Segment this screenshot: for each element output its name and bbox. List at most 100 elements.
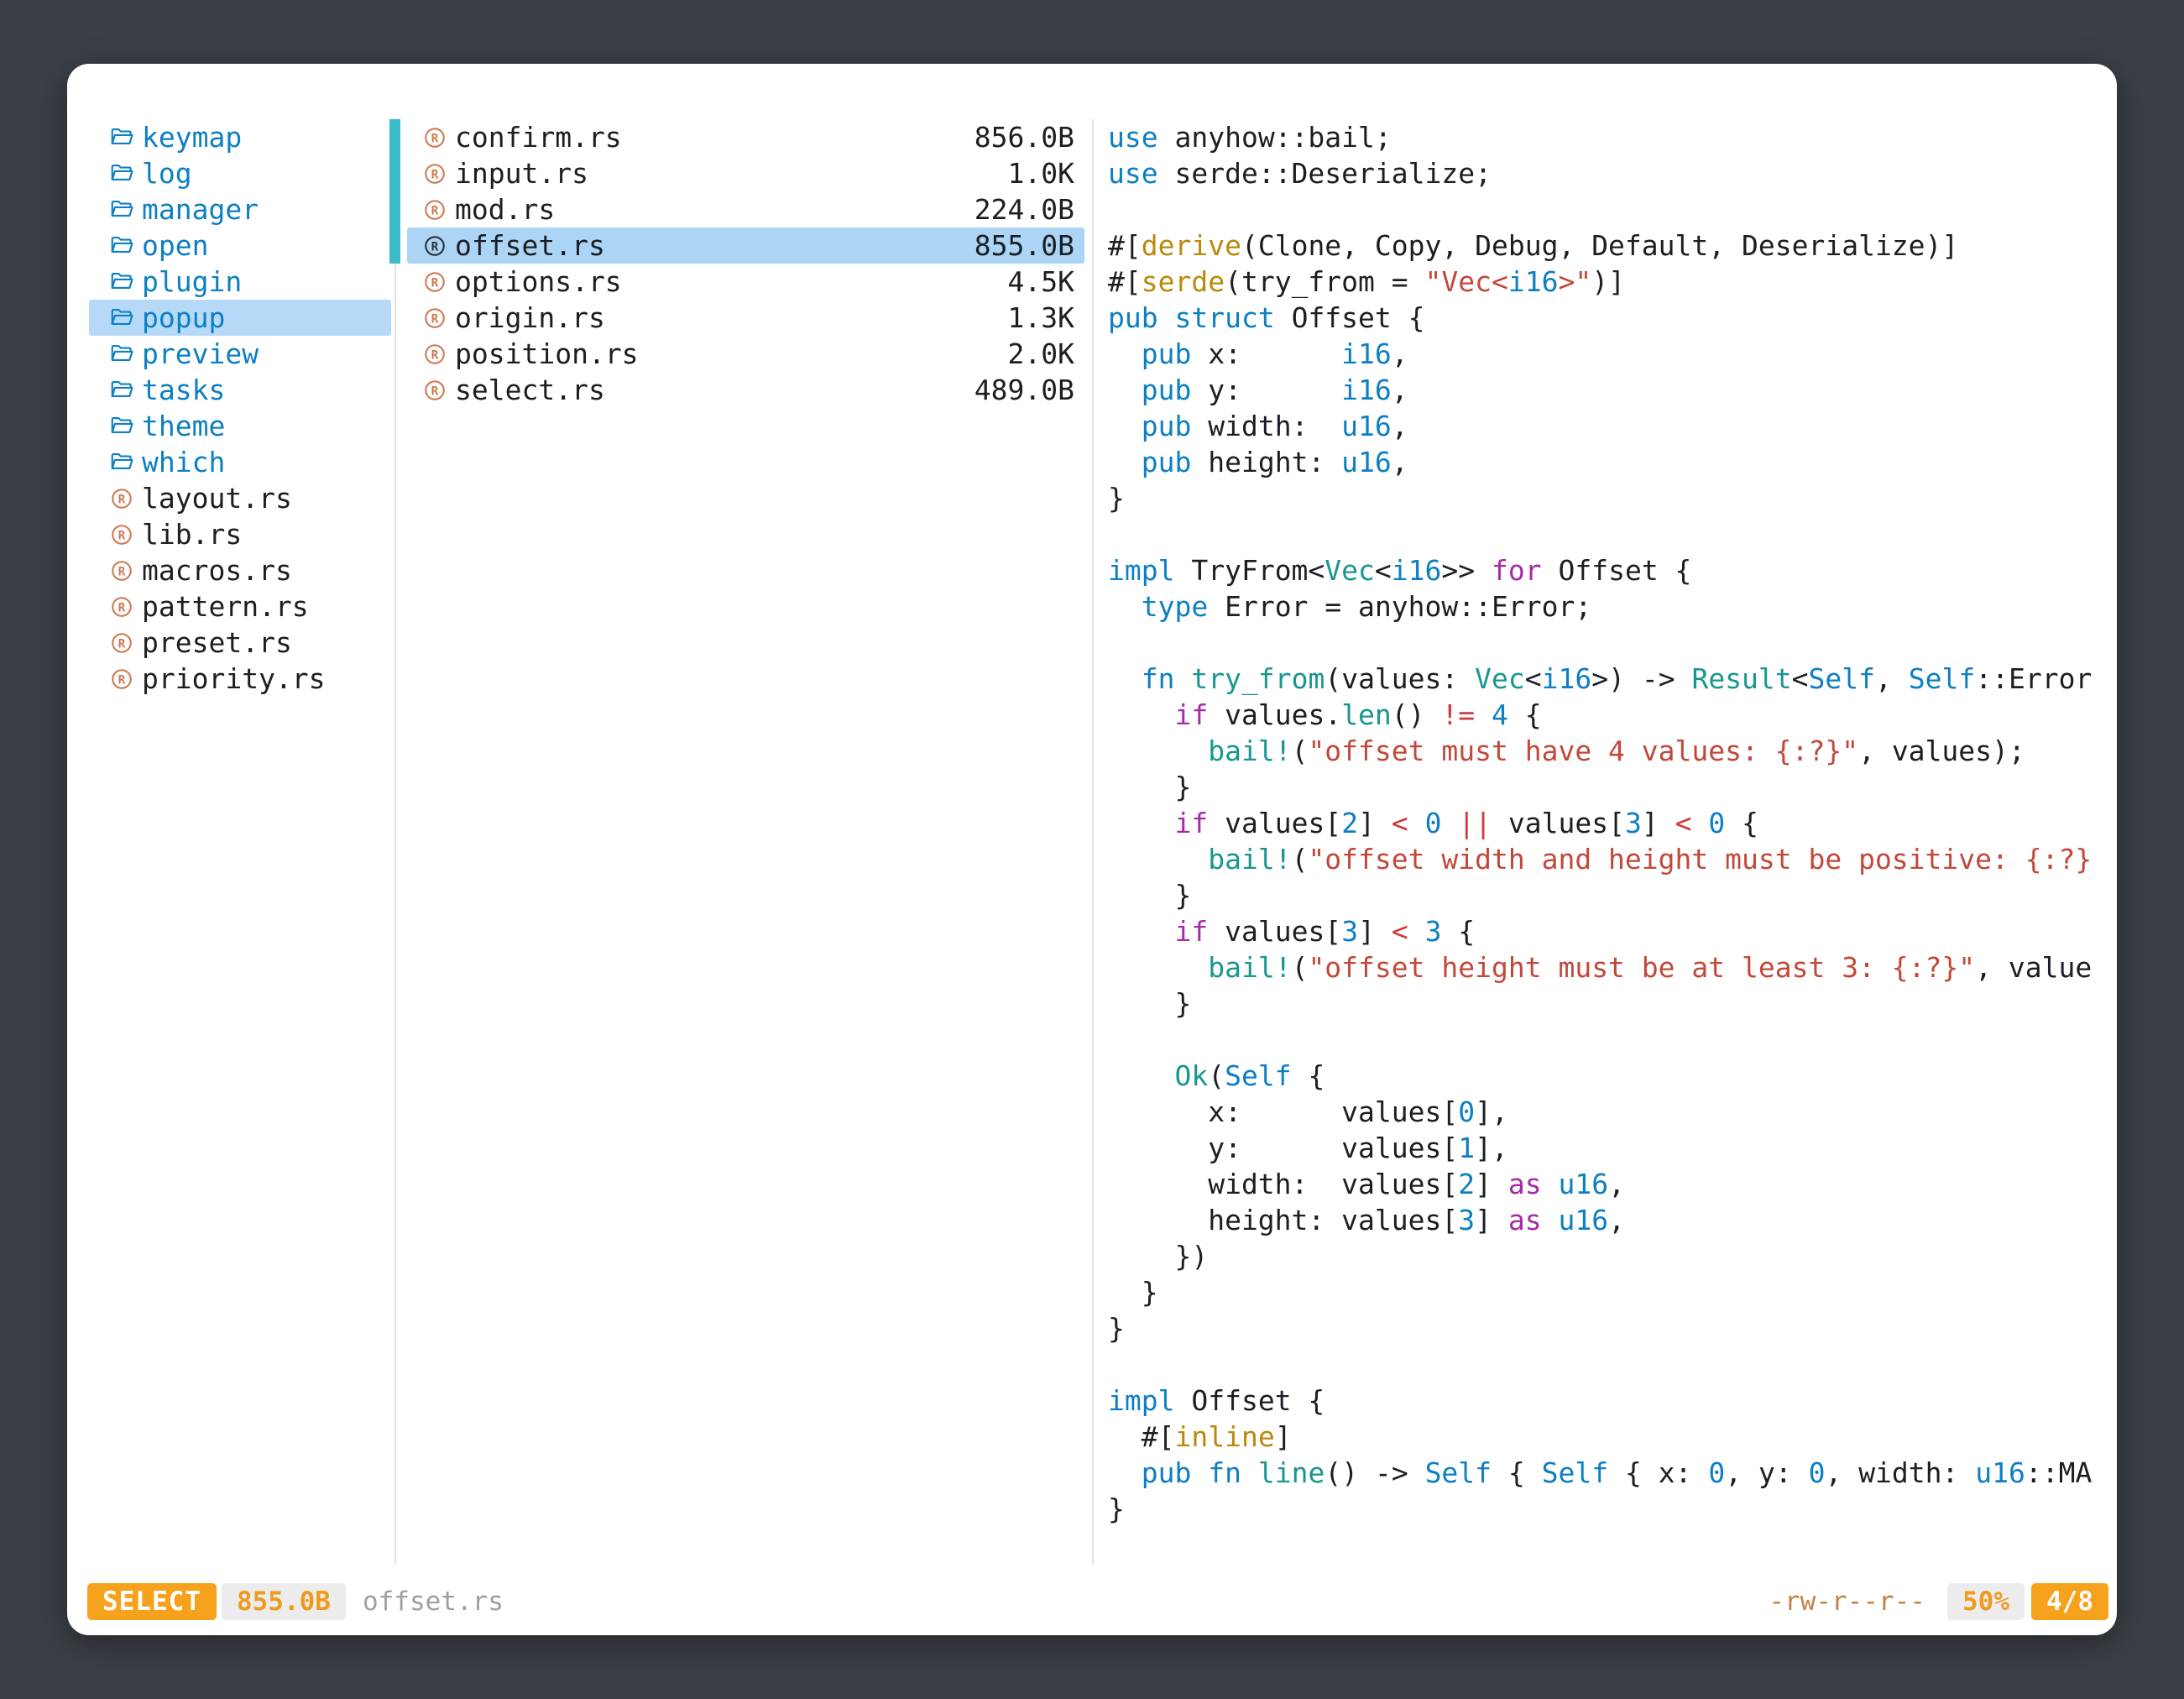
code-line: use anyhow::bail; xyxy=(1108,119,2103,155)
dir-item-open[interactable]: open xyxy=(89,227,391,264)
visual-select-marker xyxy=(389,264,400,300)
svg-text:R: R xyxy=(118,601,126,614)
dir-item-manager[interactable]: manager xyxy=(89,191,391,227)
file-name: mod.rs xyxy=(455,193,555,226)
svg-text:R: R xyxy=(118,529,126,542)
file-item-layout-rs[interactable]: R layout.rs xyxy=(89,480,391,516)
svg-text:R: R xyxy=(118,493,126,506)
item-label: lib.rs xyxy=(142,518,242,551)
rust-file-icon: R xyxy=(109,486,134,511)
visual-select-marker xyxy=(389,372,400,408)
file-row-origin-rs[interactable]: R origin.rs1.3K xyxy=(389,300,1084,336)
status-file-name: offset.rs xyxy=(363,1587,504,1617)
file-name: confirm.rs xyxy=(455,121,622,154)
svg-text:R: R xyxy=(431,132,439,145)
file-item-preset-rs[interactable]: R preset.rs xyxy=(89,625,391,661)
file-row-options-rs[interactable]: R options.rs4.5K xyxy=(389,264,1084,300)
file-row-offset-rs[interactable]: R offset.rs 855.0B xyxy=(389,227,1084,264)
folder-icon xyxy=(109,125,134,150)
visual-select-marker xyxy=(389,336,400,372)
code-line: if values[2] < 0 || values[3] < 0 { xyxy=(1108,805,2103,841)
folder-icon xyxy=(109,233,134,259)
visual-select-marker xyxy=(389,300,400,336)
folder-icon xyxy=(109,450,134,475)
visual-select-marker xyxy=(389,191,400,227)
rust-file-icon: R xyxy=(109,667,134,692)
file-size: 1.0K xyxy=(1008,157,1074,190)
item-label: which xyxy=(142,446,225,478)
file-name: origin.rs xyxy=(455,301,605,334)
dir-item-tasks[interactable]: tasks xyxy=(89,372,391,408)
file-name: input.rs xyxy=(455,157,588,190)
folder-icon xyxy=(109,414,134,439)
dir-item-preview[interactable]: preview xyxy=(89,336,391,372)
code-line: } xyxy=(1108,1310,2103,1346)
code-line: pub fn line() -> Self { Self { x: 0, y: … xyxy=(1108,1455,2103,1491)
pane-divider-right xyxy=(1092,119,1094,1565)
code-line: pub width: u16, xyxy=(1108,408,2103,444)
dir-item-keymap[interactable]: keymap xyxy=(89,119,391,155)
code-line: type Error = anyhow::Error; xyxy=(1108,588,2103,625)
dir-item-plugin[interactable]: plugin xyxy=(89,264,391,300)
rust-file-icon: R xyxy=(422,197,447,222)
svg-text:R: R xyxy=(431,348,439,362)
parent-pane: keymap log manager open plugin popup pre… xyxy=(89,119,391,697)
code-line: impl TryFrom<Vec<i16>> for Offset { xyxy=(1108,552,2103,588)
code-line: use serde::Deserialize; xyxy=(1108,155,2103,191)
code-line xyxy=(1108,1346,2103,1383)
file-row-input-rs[interactable]: R input.rs1.0K xyxy=(389,155,1084,191)
file-size-badge: 855.0B xyxy=(222,1583,346,1620)
code-line: pub height: u16, xyxy=(1108,444,2103,480)
mode-badge: SELECT xyxy=(87,1583,217,1620)
code-line: #[serde(try_from = "Vec<i16>")] xyxy=(1108,264,2103,300)
svg-text:R: R xyxy=(431,276,439,290)
permissions-text: -rw-r--r-- xyxy=(1769,1587,1925,1617)
code-line: pub struct Offset { xyxy=(1108,300,2103,336)
code-line: if values[3] < 3 { xyxy=(1108,913,2103,949)
svg-text:R: R xyxy=(431,204,439,217)
file-item-macros-rs[interactable]: R macros.rs xyxy=(89,552,391,588)
file-item-priority-rs[interactable]: R priority.rs xyxy=(89,661,391,697)
item-label: plugin xyxy=(142,265,242,298)
dir-item-popup[interactable]: popup xyxy=(89,300,391,336)
file-item-lib-rs[interactable]: R lib.rs xyxy=(89,516,391,552)
code-line: height: values[3] as u16, xyxy=(1108,1202,2103,1238)
item-label: manager xyxy=(142,193,259,226)
rust-file-icon: R xyxy=(109,558,134,583)
item-label: pattern.rs xyxy=(142,590,309,623)
item-label: log xyxy=(142,157,192,190)
file-row-confirm-rs[interactable]: R confirm.rs 856.0B xyxy=(389,119,1084,155)
code-line: }) xyxy=(1108,1238,2103,1274)
dir-item-theme[interactable]: theme xyxy=(89,408,391,444)
code-line: width: values[2] as u16, xyxy=(1108,1166,2103,1202)
dir-item-log[interactable]: log xyxy=(89,155,391,191)
file-row-mod-rs[interactable]: R mod.rs224.0B xyxy=(389,191,1084,227)
code-line: impl Offset { xyxy=(1108,1383,2103,1419)
code-line xyxy=(1108,191,2103,227)
svg-text:R: R xyxy=(431,240,439,254)
rust-file-icon: R xyxy=(109,522,134,547)
file-name: offset.rs xyxy=(455,229,605,262)
rust-file-icon: R xyxy=(422,378,447,403)
item-label: layout.rs xyxy=(142,482,292,515)
rust-file-icon: R xyxy=(422,306,447,331)
svg-text:R: R xyxy=(431,312,439,326)
file-size: 856.0B xyxy=(974,121,1074,154)
file-size: 855.0B xyxy=(974,229,1074,262)
file-row-position-rs[interactable]: R position.rs 2.0K xyxy=(389,336,1084,372)
folder-icon xyxy=(109,197,134,222)
dir-item-which[interactable]: which xyxy=(89,444,391,480)
file-name: select.rs xyxy=(455,374,605,406)
item-label: tasks xyxy=(142,374,225,406)
file-row-select-rs[interactable]: R select.rs489.0B xyxy=(389,372,1084,408)
code-line: pub x: i16, xyxy=(1108,336,2103,372)
code-line: } xyxy=(1108,1274,2103,1310)
scroll-percent-badge: 50% xyxy=(1947,1583,2025,1620)
rust-file-icon: R xyxy=(422,269,447,295)
file-item-pattern-rs[interactable]: R pattern.rs xyxy=(89,588,391,625)
file-size: 2.0K xyxy=(1008,337,1074,370)
code-line: pub y: i16, xyxy=(1108,372,2103,408)
code-line: } xyxy=(1108,769,2103,805)
file-name: position.rs xyxy=(455,337,639,370)
rust-file-icon: R xyxy=(422,342,447,367)
